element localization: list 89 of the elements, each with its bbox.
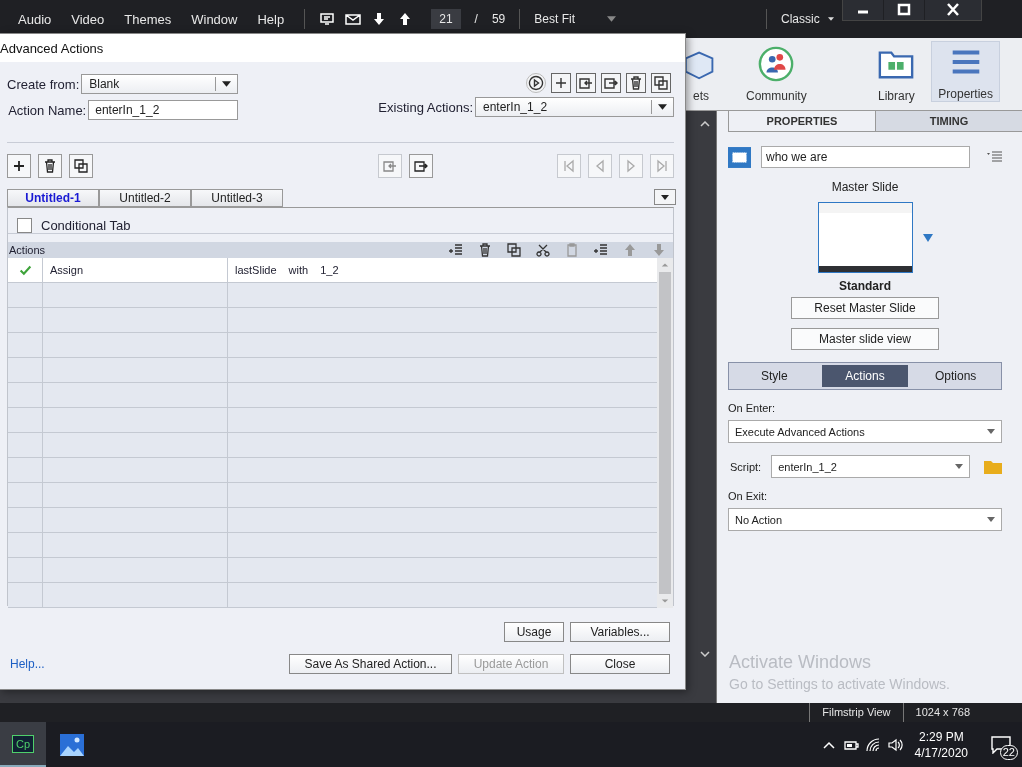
delete-button[interactable] [38, 154, 62, 178]
variables-button[interactable]: Variables... [570, 622, 670, 642]
sub-tab[interactable]: Style [731, 365, 818, 387]
minimize-button[interactable] [842, 0, 883, 20]
add-icon[interactable] [551, 73, 571, 93]
actions-header: Actions [9, 244, 46, 256]
conditional-checkbox[interactable] [17, 218, 32, 233]
export-icon[interactable] [601, 73, 621, 93]
maximize-button[interactable] [883, 0, 924, 20]
scroll-up-icon[interactable] [700, 121, 710, 127]
add-button[interactable] [7, 154, 31, 178]
script-dropdown[interactable]: enterIn_1_2 [771, 455, 970, 478]
value-text: 1_2 [320, 264, 339, 276]
existing-actions-label: Existing Actions: [378, 99, 473, 115]
panel-button[interactable]: Master slide view [791, 328, 939, 350]
app-taskbar-icon[interactable]: Cp [0, 722, 46, 767]
menu-item[interactable]: Window [191, 11, 238, 27]
speaker-icon[interactable] [886, 736, 903, 753]
notification-button[interactable]: 22 [986, 729, 1016, 760]
create-from-dropdown[interactable]: Blank [81, 74, 239, 94]
existing-actions-dropdown[interactable]: enterIn_1_2 [475, 97, 674, 117]
conditional-tab-label: Conditional Tab [41, 218, 131, 233]
mail-icon[interactable] [345, 11, 362, 27]
toolbar-button[interactable]: Community [740, 38, 813, 110]
copy-icon[interactable] [506, 242, 522, 258]
close-button[interactable] [924, 0, 981, 20]
on-exit-label: On Exit: [728, 490, 769, 502]
cut-icon[interactable] [535, 242, 551, 258]
menu-item[interactable]: Help [257, 11, 285, 27]
slide-icon [728, 146, 751, 168]
action-name-label: Action Name: [8, 102, 87, 118]
photos-taskbar-icon[interactable] [60, 733, 84, 756]
action-row[interactable]: Assign lastSlide with 1_2 [8, 258, 657, 283]
dialog-button[interactable]: Save As Shared Action... [289, 654, 452, 674]
import-button[interactable] [377, 154, 402, 178]
export-button[interactable] [408, 154, 433, 178]
create-from-label: Create from: [7, 76, 80, 92]
action-tab[interactable]: Untitled-2 [99, 189, 191, 207]
insert-below-icon[interactable] [593, 242, 609, 258]
clock-date[interactable]: 4/17/2020 [914, 745, 968, 760]
sub-tab[interactable]: Actions [821, 365, 909, 387]
insert-icon[interactable] [448, 242, 464, 258]
trash-icon[interactable] [477, 242, 493, 258]
master-slide-label: Master Slide [830, 180, 900, 194]
action-name-field[interactable]: enterIn_1_2 [88, 100, 239, 120]
caret-icon[interactable] [222, 81, 232, 87]
clock-time[interactable]: 2:29 PM [918, 729, 964, 744]
workspace-dropdown[interactable]: Classic [781, 12, 834, 26]
dropdown-arrow-icon[interactable] [923, 234, 933, 242]
usage-button[interactable]: Usage [504, 622, 564, 642]
duplicate-button[interactable] [69, 154, 93, 178]
dialog-button[interactable]: Close [570, 654, 670, 674]
people-icon [757, 45, 796, 83]
scroll-down-icon[interactable] [700, 651, 710, 657]
table-cell: Assign [50, 264, 84, 276]
zoom-dropdown[interactable]: Best Fit [534, 12, 616, 26]
sub-tab[interactable]: Options [912, 365, 999, 387]
slide-thumbnail[interactable] [817, 202, 913, 273]
master-slide-name: Standard [838, 279, 892, 293]
wifi-icon[interactable] [864, 736, 881, 753]
duplicate-icon[interactable] [651, 73, 671, 93]
tab-list-dropdown[interactable] [654, 189, 676, 205]
on-enter-dropdown[interactable]: Execute Advanced Actions [728, 420, 1002, 443]
menu-item[interactable]: Themes [124, 11, 172, 27]
variable-name: lastSlide [235, 264, 277, 276]
panel-tab[interactable]: TIMING [875, 111, 1022, 131]
caret-icon[interactable] [827, 17, 834, 21]
panel-button[interactable]: Reset Master Slide [791, 297, 939, 319]
on-exit-dropdown[interactable]: No Action [728, 508, 1002, 531]
dialog-title: Advanced Actions [0, 34, 685, 62]
on-enter-label: On Enter: [728, 402, 777, 414]
presentation-icon[interactable] [319, 11, 336, 27]
action-tab[interactable]: Untitled-1 [7, 189, 99, 207]
play-icon[interactable] [526, 73, 546, 93]
menu-item[interactable]: Video [71, 11, 105, 27]
notification-count: 22 [999, 744, 1018, 760]
toolbar-button[interactable]: Properties [931, 41, 1000, 102]
slide-separator: / [474, 12, 478, 26]
slide-total: 59 [491, 12, 506, 26]
toolbar-button[interactable]: Library [871, 38, 922, 110]
operator-text: with [288, 264, 309, 276]
help-link[interactable]: Help... [7, 657, 45, 671]
action-tab[interactable]: Untitled-3 [191, 189, 283, 207]
menu-item[interactable]: Audio [18, 11, 52, 27]
trash-icon[interactable] [626, 73, 646, 93]
slide-number-field[interactable]: 21 [431, 9, 461, 29]
slide-name-field[interactable]: who we are [761, 146, 970, 168]
script-label: Script: [730, 460, 762, 473]
import-icon[interactable] [576, 73, 596, 93]
